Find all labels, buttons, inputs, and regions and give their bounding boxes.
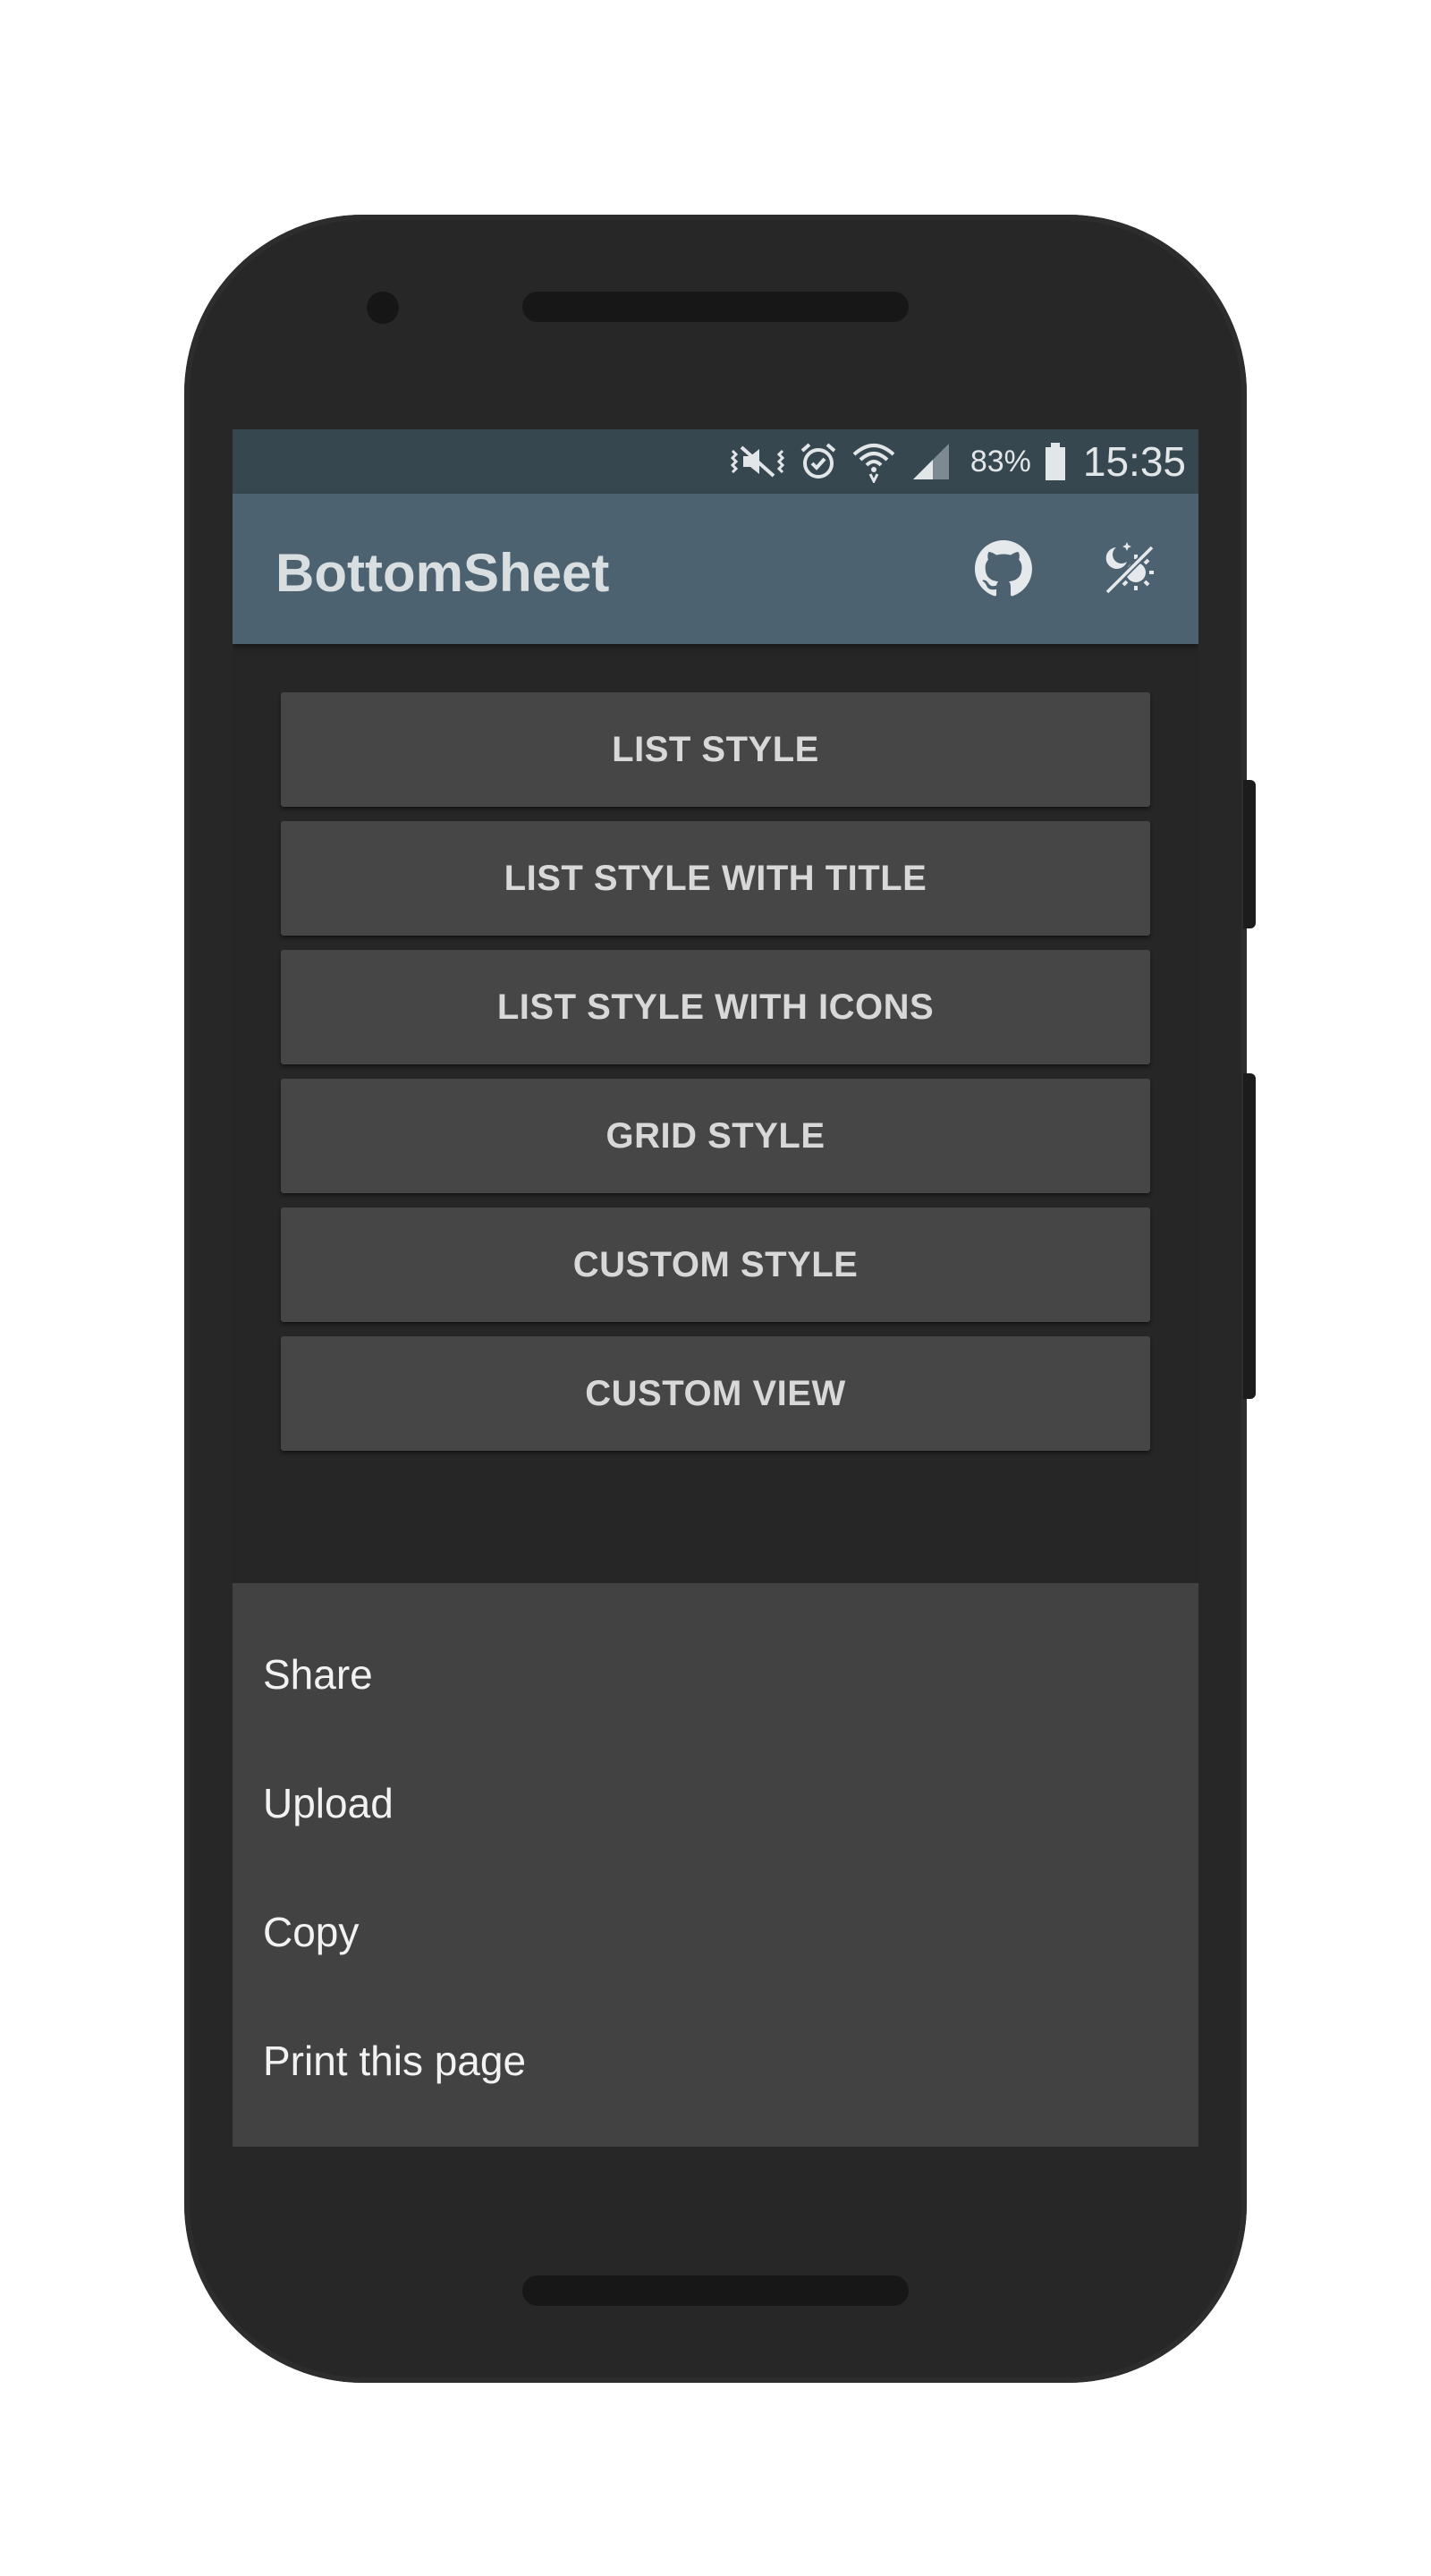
sheet-item-print[interactable]: Print this page <box>233 1996 1198 2125</box>
theme-toggle-icon[interactable] <box>1098 537 1163 601</box>
wifi-icon <box>851 440 897 483</box>
page-title: BottomSheet <box>275 543 610 603</box>
sheet-item-copy[interactable]: Copy <box>233 1868 1198 1996</box>
sheet-item-upload[interactable]: Upload <box>233 1739 1198 1868</box>
earpiece-speaker <box>522 292 909 322</box>
list-style-button[interactable]: LIST STYLE <box>281 692 1150 807</box>
volume-button <box>1243 780 1256 928</box>
demo-button-list: LIST STYLE LIST STYLE WITH TITLE LIST ST… <box>281 692 1150 1465</box>
clock: 15:35 <box>1082 438 1186 485</box>
custom-style-button[interactable]: CUSTOM STYLE <box>281 1208 1150 1322</box>
battery-icon <box>1044 442 1067 481</box>
github-icon[interactable] <box>971 537 1036 601</box>
battery-percent: 83% <box>970 444 1031 479</box>
alarm-icon <box>799 442 838 481</box>
grid-style-button[interactable]: GRID STYLE <box>281 1079 1150 1193</box>
app-bar: BottomSheet <box>233 494 1198 644</box>
signal-icon <box>910 442 953 481</box>
list-style-with-icons-button[interactable]: LIST STYLE WITH ICONS <box>281 950 1150 1064</box>
power-button <box>1243 1073 1256 1399</box>
mute-vibrate-icon <box>729 444 786 479</box>
front-camera <box>367 292 399 324</box>
screen: 83% 15:35 BottomSheet LIST STYLE LIST ST… <box>233 429 1198 2147</box>
list-style-with-title-button[interactable]: LIST STYLE WITH TITLE <box>281 821 1150 936</box>
sheet-item-share[interactable]: Share <box>233 1610 1198 1739</box>
bottom-speaker <box>522 2275 909 2306</box>
custom-view-button[interactable]: CUSTOM VIEW <box>281 1336 1150 1451</box>
bottom-sheet: Share Upload Copy Print this page <box>233 1583 1198 2147</box>
status-bar: 83% 15:35 <box>233 429 1198 494</box>
